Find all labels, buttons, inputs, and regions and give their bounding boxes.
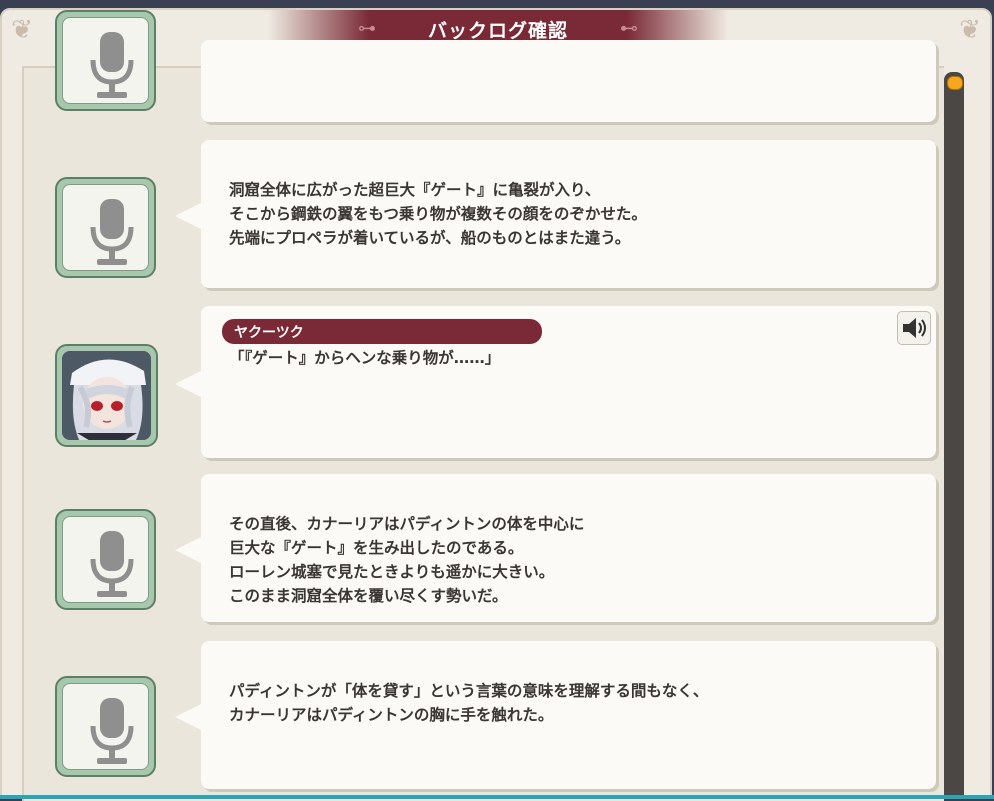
speech-tail bbox=[175, 370, 203, 398]
narration-icon-frame bbox=[55, 177, 156, 278]
corner-ornament-icon: ❦ bbox=[11, 15, 33, 45]
speech-tail bbox=[175, 703, 203, 731]
log-entry: その直後、カナーリアはパディントンの体を中心に 巨大な『ゲート』を生み出したので… bbox=[175, 474, 936, 622]
microphone-icon bbox=[90, 698, 134, 764]
microphone-icon bbox=[90, 531, 134, 597]
page-title: バックログ確認 bbox=[427, 20, 568, 42]
narration-icon-frame bbox=[55, 509, 156, 610]
corner-ornament-icon: ❦ bbox=[959, 15, 981, 45]
speech-tail bbox=[175, 536, 203, 564]
log-entry: パディントンが「体を貸す」という言葉の意味を理解する間もなく、 カナーリアはパデ… bbox=[175, 641, 936, 789]
narration-icon-frame bbox=[55, 10, 156, 111]
speaker-icon bbox=[903, 318, 926, 338]
scrollbar[interactable] bbox=[944, 72, 964, 799]
speech-tail bbox=[175, 202, 203, 230]
log-entry bbox=[201, 40, 936, 122]
microphone-icon bbox=[90, 32, 134, 98]
log-entry: 洞窟全体に広がった超巨大『ゲート』に亀裂が入り、 そこから鋼鉄の翼をもつ乗り物が… bbox=[175, 140, 936, 288]
bottom-edge bbox=[0, 795, 994, 799]
microphone-icon bbox=[90, 199, 134, 265]
voice-replay-button[interactable] bbox=[897, 311, 931, 345]
avatar bbox=[62, 351, 151, 440]
scrollbar-thumb[interactable] bbox=[947, 76, 963, 90]
character-portrait bbox=[55, 344, 158, 447]
speaker-name: ヤクーツク bbox=[234, 325, 304, 341]
speaker-name-bar: ヤクーツク bbox=[222, 319, 542, 344]
log-text: 洞窟全体に広がった超巨大『ゲート』に亀裂が入り、 そこから鋼鉄の翼をもつ乗り物が… bbox=[229, 181, 647, 247]
log-text: パディントンが「体を貸す」という言葉の意味を理解する間もなく、 カナーリアはパデ… bbox=[229, 682, 709, 724]
log-text: その直後、カナーリアはパディントンの体を中心に 巨大な『ゲート』を生み出したので… bbox=[229, 515, 585, 605]
ornament-icon: ⊷ bbox=[620, 18, 638, 39]
narration-icon-frame bbox=[55, 676, 156, 777]
log-text: 「『ゲート』からヘンな乗り物が……」 bbox=[229, 349, 501, 367]
